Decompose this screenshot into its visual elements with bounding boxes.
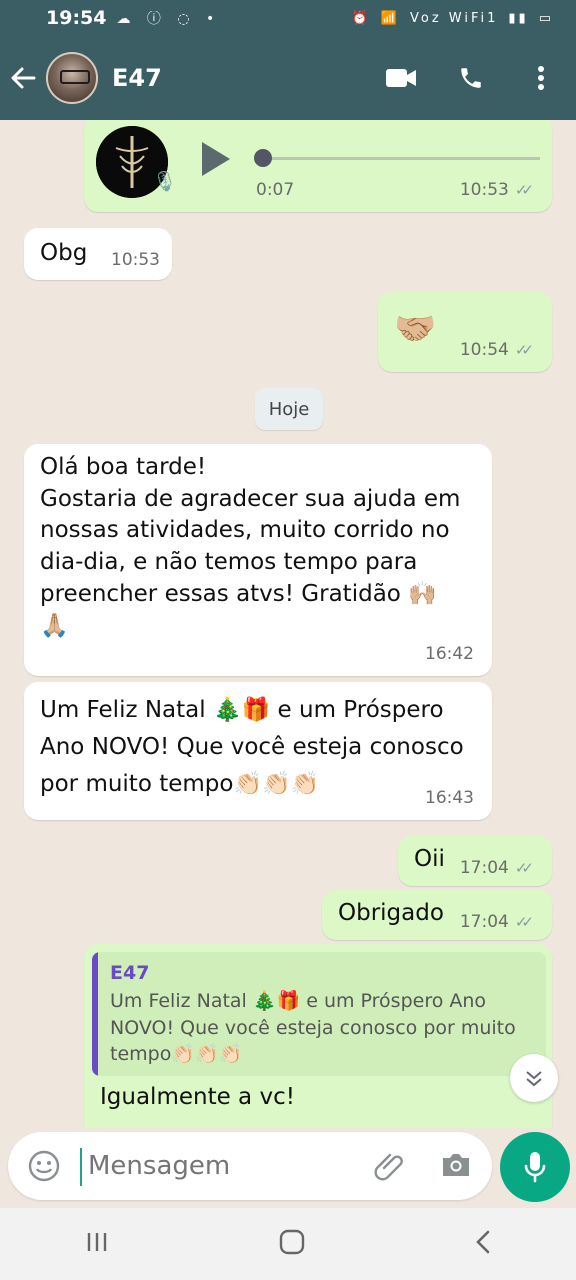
more-vert-icon xyxy=(538,66,544,90)
message-text: Obg xyxy=(40,240,88,266)
message-time: 17:04 xyxy=(459,911,509,932)
more-options-button[interactable] xyxy=(506,36,576,120)
back-nav-button[interactable] xyxy=(475,1229,491,1259)
message-meta: 17:04 ✓✓ xyxy=(460,857,534,880)
message-meta: 16:43 xyxy=(425,787,474,810)
message-emoji: 🤝🏼 xyxy=(394,309,437,349)
message-text: Oii xyxy=(414,846,445,872)
recent-apps-icon xyxy=(87,1233,107,1251)
video-call-icon xyxy=(386,69,416,87)
read-ticks-icon: ✓✓ xyxy=(514,912,534,931)
system-nav-bar xyxy=(0,1208,576,1280)
read-ticks-icon: ✓✓ xyxy=(514,180,534,199)
message-input[interactable] xyxy=(86,1142,346,1190)
date-divider: Hoje xyxy=(255,388,323,430)
message-time: 10:54 xyxy=(459,339,509,360)
back-nav-icon xyxy=(476,1230,490,1254)
message-meta: 16:42 xyxy=(425,643,474,666)
incoming-message[interactable]: Olá boa tarde! Gostaria de agradecer sua… xyxy=(24,444,492,676)
message-time: 16:43 xyxy=(425,787,474,808)
phone-button[interactable] xyxy=(436,36,506,120)
message-time: 17:04 xyxy=(459,857,509,878)
message-meta: 17:04 ✓✓ xyxy=(460,911,534,934)
home-icon xyxy=(279,1229,305,1255)
message-meta: 10:53 ✓✓ xyxy=(460,179,534,202)
recent-apps-button[interactable] xyxy=(85,1231,109,1257)
message-text: Um Feliz Natal 🎄🎁 e um Próspero Ano NOVO… xyxy=(40,697,464,797)
outgoing-message[interactable]: Obrigado 17:04 ✓✓ xyxy=(322,890,552,940)
message-meta: 10:53 xyxy=(111,249,160,272)
home-button[interactable] xyxy=(279,1229,305,1259)
mic-icon xyxy=(524,1152,546,1183)
voice-record-button[interactable] xyxy=(500,1132,570,1202)
play-icon xyxy=(202,142,230,176)
read-ticks-icon: ✓✓ xyxy=(514,858,534,877)
back-button[interactable] xyxy=(0,36,46,120)
camera-icon xyxy=(443,1154,469,1176)
chat-header: E47 xyxy=(0,36,576,120)
wifi-icon: 📶 xyxy=(380,10,400,26)
signal-icon: ▮▮ xyxy=(508,10,529,26)
voice-mic-icon: 🎙 xyxy=(152,169,178,193)
text-caret xyxy=(80,1148,82,1186)
outgoing-message[interactable]: 🤝🏼 10:54 ✓✓ xyxy=(378,292,552,372)
attach-button[interactable] xyxy=(374,1150,406,1186)
quoted-sender: E47 xyxy=(110,962,150,984)
back-arrow-icon xyxy=(11,67,36,89)
chevron-down-icon xyxy=(526,1071,542,1087)
quoted-text: Um Feliz Natal 🎄🎁 e um Próspero Ano NOVO… xyxy=(110,990,516,1066)
chat-area[interactable]: 🎙 0:07 10:53 ✓✓ Obg 10:53 🤝🏼 10:54 ✓✓ Ho… xyxy=(0,120,576,1128)
incoming-message[interactable]: Obg 10:53 xyxy=(24,228,172,280)
scroll-down-button[interactable] xyxy=(510,1054,558,1102)
phone-icon xyxy=(461,68,481,88)
message-meta: 10:54 ✓✓ xyxy=(460,339,534,362)
message-time: 16:42 xyxy=(425,643,474,664)
quote-bar xyxy=(92,952,98,1076)
incoming-message[interactable]: Um Feliz Natal 🎄🎁 e um Próspero Ano NOVO… xyxy=(24,682,492,820)
voice-message[interactable]: 🎙 0:07 10:53 ✓✓ xyxy=(84,120,552,212)
status-bar: 19:54 ☁ ⓘ ◌ • ⏰ 📶 Voz WiFi1 ▮▮ ▭ xyxy=(0,0,576,36)
message-time: 10:53 xyxy=(459,179,509,200)
status-icons: ☁ ⓘ ◌ • xyxy=(116,11,221,27)
voice-duration: 0:07 xyxy=(256,179,295,200)
video-call-button[interactable] xyxy=(366,36,436,120)
contact-avatar[interactable] xyxy=(46,52,98,104)
voice-progress-handle[interactable] xyxy=(254,149,272,167)
emoji-button[interactable] xyxy=(28,1150,60,1186)
message-composer xyxy=(8,1132,492,1200)
outgoing-message[interactable]: Oii 17:04 ✓✓ xyxy=(398,836,552,886)
message-time: 10:53 xyxy=(111,249,160,270)
message-text: Olá boa tarde! Gostaria de agradecer sua… xyxy=(40,454,461,639)
emoji-icon xyxy=(28,1150,60,1182)
battery-icon: ▭ xyxy=(538,10,554,26)
alarm-icon: ⏰ xyxy=(351,10,371,26)
message-text: Obrigado xyxy=(338,900,444,926)
attach-icon xyxy=(374,1153,403,1181)
play-button[interactable] xyxy=(200,140,232,188)
read-ticks-icon: ✓✓ xyxy=(514,340,534,359)
message-text: Igualmente a vc! xyxy=(100,1084,295,1110)
outgoing-reply-message[interactable]: E47 Um Feliz Natal 🎄🎁 e um Próspero Ano … xyxy=(84,944,552,1128)
voz-wifi-label: Voz WiFi1 xyxy=(410,10,499,26)
voice-progress-track[interactable] xyxy=(260,157,540,160)
contact-name[interactable]: E47 xyxy=(112,64,162,92)
status-right: ⏰ 📶 Voz WiFi1 ▮▮ ▭ xyxy=(352,11,554,26)
quoted-message[interactable]: E47 Um Feliz Natal 🎄🎁 e um Próspero Ano … xyxy=(92,952,546,1076)
camera-button[interactable] xyxy=(440,1150,472,1184)
status-time: 19:54 xyxy=(46,7,107,29)
